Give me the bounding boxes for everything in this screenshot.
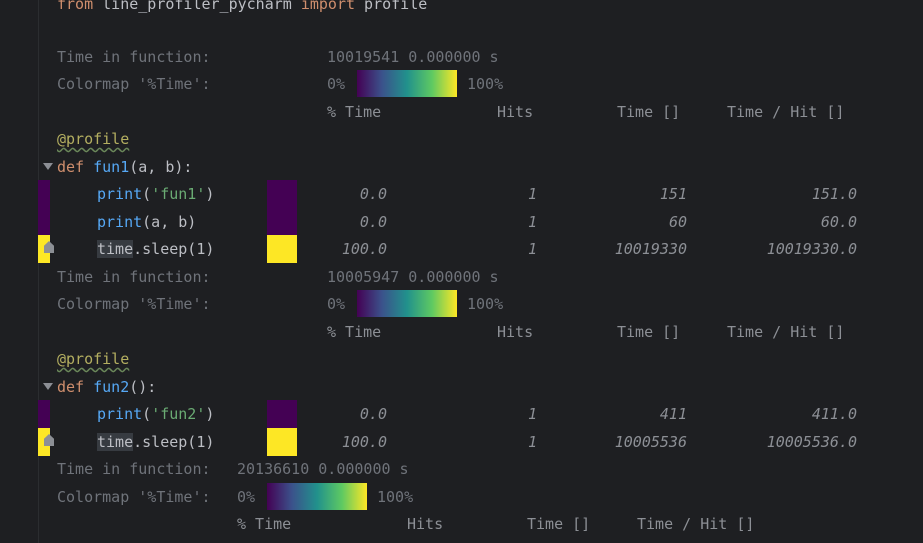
header-hits: Hits [497, 103, 534, 121]
pct-time-swatch [267, 180, 297, 208]
colormap-gradient [267, 483, 367, 510]
header-time-per-hit: Time / Hit [] [727, 323, 845, 341]
time-per-hit-value: 151.0 [811, 185, 857, 203]
time-per-hit-value: 411.0 [811, 405, 857, 423]
header-pct-time: % Time [327, 323, 382, 341]
header-time-per-hit: Time / Hit [] [727, 103, 845, 121]
hits-value: 1 [527, 433, 537, 451]
pct-time-swatch [267, 400, 297, 428]
time-value: 60 [668, 213, 687, 231]
import-line[interactable]: from line_profiler_pycharm import profil… [57, 0, 427, 14]
pct-time-swatch [267, 235, 297, 263]
colormap-label: Colormap '%Time': [57, 75, 211, 93]
hits-value: 1 [527, 240, 537, 258]
header-hits: Hits [407, 515, 444, 533]
pct-time-swatch [267, 208, 297, 236]
time-in-function-label: Time in function: [57, 48, 211, 66]
pct-time-value: 0.0 [359, 185, 387, 203]
colormap-min-label: 0% [237, 488, 256, 506]
code-line[interactable]: time.sleep(1) [97, 432, 214, 452]
code-line[interactable]: print(a, b) [97, 212, 196, 232]
time-per-hit-value: 60.0 [820, 213, 857, 231]
def-fun1[interactable]: def fun1(a, b): [57, 157, 192, 177]
code-line[interactable]: print('fun1') [97, 184, 214, 204]
time-value: 411 [659, 405, 687, 423]
header-time: Time [] [617, 103, 681, 121]
colormap-max-label: 100% [377, 488, 414, 506]
pct-time-value: 100.0 [341, 240, 387, 258]
hits-value: 1 [527, 213, 537, 231]
time-in-function-value: 20136610 0.000000 s [237, 460, 409, 478]
time-in-function-label: Time in function: [57, 460, 211, 478]
time-in-function-value: 10019541 0.000000 s [327, 48, 499, 66]
colormap-label: Colormap '%Time': [57, 295, 211, 313]
time-in-function-value: 10005947 0.000000 s [327, 268, 499, 286]
pct-time-value: 0.0 [359, 213, 387, 231]
colormap-gradient [357, 70, 457, 97]
heat-marker [38, 180, 50, 208]
code-line[interactable]: print('fun2') [97, 404, 214, 424]
heat-marker [38, 208, 50, 236]
pct-time-value: 0.0 [359, 405, 387, 423]
pct-time-value: 100.0 [341, 433, 387, 451]
gutter-separator [38, 0, 39, 543]
fold-icon[interactable] [43, 383, 53, 390]
def-fun2[interactable]: def fun2(): [57, 377, 156, 397]
time-per-hit-value: 10005536.0 [766, 433, 857, 451]
header-time-per-hit: Time / Hit [] [637, 515, 755, 533]
colormap-max-label: 100% [467, 295, 504, 313]
code-line[interactable]: time.sleep(1) [97, 239, 214, 259]
header-time: Time [] [617, 323, 681, 341]
colormap-max-label: 100% [467, 75, 504, 93]
pct-time-swatch [267, 428, 297, 456]
time-value: 10019330 [614, 240, 687, 258]
colormap-label: Colormap '%Time': [57, 488, 211, 506]
time-value: 151 [659, 185, 687, 203]
time-in-function-label: Time in function: [57, 268, 211, 286]
header-hits: Hits [497, 323, 534, 341]
header-pct-time: % Time [237, 515, 292, 533]
header-pct-time: % Time [327, 103, 382, 121]
hits-value: 1 [527, 405, 537, 423]
time-per-hit-value: 10019330.0 [766, 240, 857, 258]
colormap-min-label: 0% [327, 295, 346, 313]
decorator-profile[interactable]: @profile [57, 129, 129, 149]
fold-icon[interactable] [43, 163, 53, 170]
colormap-min-label: 0% [327, 75, 346, 93]
header-time: Time [] [527, 515, 591, 533]
colormap-gradient [357, 290, 457, 317]
editor-gutter [0, 0, 40, 543]
heat-marker [38, 400, 50, 428]
time-value: 10005536 [614, 433, 687, 451]
hits-value: 1 [527, 185, 537, 203]
decorator-profile[interactable]: @profile [57, 349, 129, 369]
